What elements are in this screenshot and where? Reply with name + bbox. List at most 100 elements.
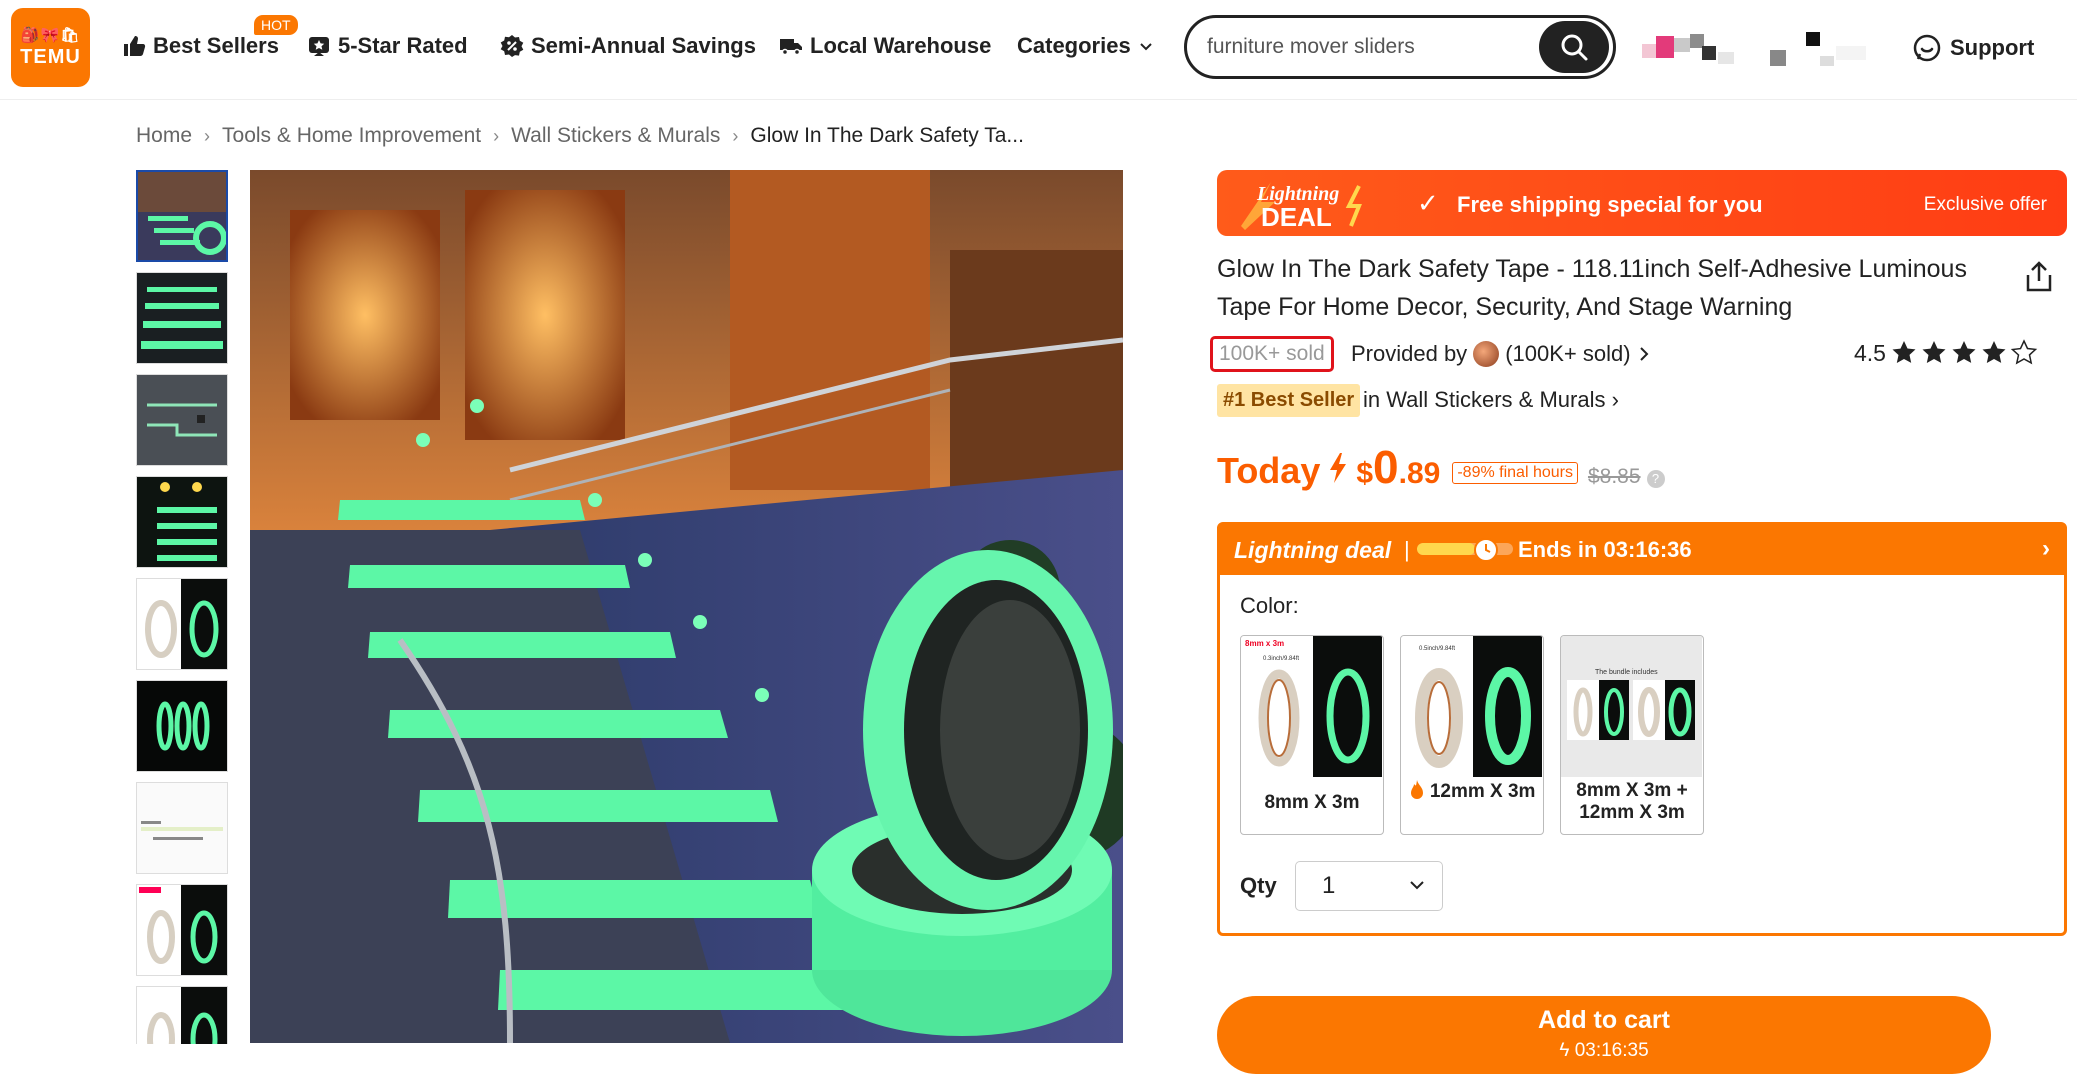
swatch-label: 8mm X 3m	[1264, 792, 1360, 813]
nav-best-sellers[interactable]: Best Sellers	[122, 33, 279, 59]
thumbnail-6[interactable]	[136, 680, 228, 772]
color-option-12mm[interactable]: 0.5inch/9.84ft 12mm X 3m	[1400, 635, 1544, 835]
breadcrumb-separator-icon: ›	[732, 125, 739, 146]
lightning-deal-box: Lightning deal | Ends in 03:16:36 › Colo…	[1217, 522, 2067, 936]
price-cents: .89	[1398, 457, 1441, 490]
sold-count: 100K+ sold	[1210, 336, 1334, 372]
lightning-deal-logo: Lightning DEAL	[1241, 182, 1362, 232]
swatch-image: The bundle includes	[1561, 636, 1702, 777]
provided-by-label: Provided by	[1351, 341, 1468, 366]
chevron-right-icon: ›	[2042, 535, 2050, 562]
thumbnail-8[interactable]	[136, 884, 228, 976]
temu-logo[interactable]: 🎒🎀🛍 TEMU	[11, 8, 90, 87]
breadcrumb-home[interactable]: Home	[136, 124, 192, 148]
swatch-image: 0.5inch/9.84ft	[1401, 636, 1542, 777]
lightning-deal-banner: Lightning DEAL ✓ Free shipping special f…	[1217, 170, 2067, 236]
lightning-logo-bottom: DEAL	[1261, 202, 1332, 232]
product-title: Glow In The Dark Safety Tape - 118.11inc…	[1217, 255, 1967, 321]
breadcrumb-tools[interactable]: Tools & Home Improvement	[222, 124, 481, 148]
share-icon[interactable]	[2024, 261, 2054, 293]
chevron-down-icon	[1410, 881, 1424, 890]
thumbnail-1[interactable]	[136, 170, 228, 262]
rating-value: 4.5	[1854, 339, 1886, 366]
deal-progress-fill	[1417, 543, 1475, 555]
cart-timer: 03:16:35	[1574, 1040, 1649, 1061]
nav-semi-annual-savings[interactable]: Semi-Annual Savings	[500, 33, 756, 59]
chevron-right-icon: ›	[1611, 387, 1619, 412]
nav-categories[interactable]: Categories	[1017, 33, 1154, 59]
deal-ends-timer: Ends in 03:16:36	[1518, 537, 1692, 562]
cart-timer-wrap: ϟ 03:16:35	[1217, 1040, 1991, 1062]
check-icon: ✓	[1417, 188, 1439, 218]
search-icon	[1561, 34, 1588, 61]
thumbnail-7[interactable]	[136, 782, 228, 874]
best-seller-category-link[interactable]: in Wall Stickers & Murals ›	[1363, 387, 1619, 413]
support-link[interactable]: Support	[1912, 33, 2034, 63]
discount-badge: -89% final hours	[1452, 462, 1578, 484]
search-bar	[1184, 15, 1616, 79]
breadcrumb-current: Glow In The Dark Safety Ta...	[750, 124, 1024, 147]
nav-label: Semi-Annual Savings	[531, 33, 756, 58]
top-header: 🎒🎀🛍 TEMU Best Sellers HOT 5-Star Rated S…	[0, 0, 2077, 100]
breadcrumb: Home › Tools & Home Improvement › Wall S…	[136, 124, 1024, 148]
product-photo	[250, 170, 1123, 1043]
best-seller-badge: #1 Best Seller	[1217, 384, 1361, 417]
quantity-select[interactable]: 1	[1295, 861, 1443, 911]
color-label: Color:	[1240, 593, 1299, 618]
add-to-cart-label: Add to cart	[1538, 1006, 1670, 1034]
main-product-image[interactable]	[250, 170, 1123, 1043]
question-icon[interactable]: ?	[1646, 470, 1665, 488]
free-shipping-text: Free shipping special for you	[1457, 192, 1763, 217]
rating[interactable]: 4.5	[1854, 339, 2040, 367]
swatch-image: 8mm x 3m 0.3inch/9.84ft	[1241, 636, 1382, 777]
color-option-bundle[interactable]: The bundle includes 8mm X 3m + 12mm X 3m	[1560, 635, 1704, 835]
logo-text: TEMU	[20, 46, 81, 68]
swatch-tag: 8mm x 3m	[1245, 639, 1284, 648]
account-avatar-blurred[interactable]	[1640, 28, 1880, 74]
original-price: $8.85	[1587, 465, 1641, 488]
thumbs-up-icon	[124, 36, 146, 56]
today-label: Today	[1217, 450, 1321, 491]
logo-icons: 🎒🎀🛍	[20, 27, 81, 44]
breadcrumb-wall-stickers[interactable]: Wall Stickers & Murals	[511, 124, 720, 148]
thumbnail-3[interactable]	[136, 374, 228, 466]
price-main: 0	[1373, 441, 1399, 493]
search-button[interactable]	[1539, 21, 1609, 73]
swatch-label-wrap: 12mm X 3m	[1405, 780, 1539, 803]
truck-icon	[780, 39, 802, 56]
star-rating-icon	[1892, 339, 2038, 365]
lightning-deal-header[interactable]: Lightning deal | Ends in 03:16:36 ›	[1220, 525, 2064, 575]
chevron-right-icon	[1639, 347, 1648, 361]
qty-value: 1	[1322, 872, 1336, 899]
swatch-label: 12mm X 3m	[1429, 781, 1536, 802]
breadcrumb-separator-icon: ›	[204, 125, 211, 146]
clock-icon	[1474, 538, 1498, 562]
color-option-8mm[interactable]: 8mm x 3m 0.3inch/9.84ft 8mm X 3m	[1240, 635, 1384, 835]
breadcrumb-separator-icon: ›	[493, 125, 500, 146]
price-row: Today $ 0 .89 -89% final hours $8.85 ?	[1217, 440, 1665, 494]
nav-local-warehouse[interactable]: Local Warehouse	[779, 33, 991, 59]
nav-five-star-rated[interactable]: 5-Star Rated	[307, 33, 468, 59]
search-input[interactable]	[1207, 32, 1507, 62]
thumbnail-9[interactable]	[136, 986, 228, 1044]
exclusive-offer-text: Exclusive offer	[1923, 194, 2047, 215]
support-label: Support	[1950, 35, 2035, 60]
thumbnail-2[interactable]	[136, 272, 228, 364]
seller-sold-count: (100K+ sold)	[1505, 341, 1631, 366]
lightning-bolt-icon: ϟ	[1559, 1040, 1570, 1061]
thumbnail-4[interactable]	[136, 476, 228, 568]
chat-bubble-icon	[1913, 34, 1941, 62]
nav-label: 5-Star Rated	[338, 33, 468, 58]
thumbnail-5[interactable]	[136, 578, 228, 670]
deal-separator: |	[1404, 537, 1410, 562]
add-to-cart-button[interactable]: Add to cart ϟ 03:16:35	[1217, 996, 1991, 1074]
lightning-bolt-icon	[1330, 453, 1347, 483]
seller-avatar	[1473, 341, 1500, 367]
nav-label: Categories	[1017, 33, 1131, 58]
flame-icon	[1410, 780, 1423, 799]
best-seller-category: in Wall Stickers & Murals	[1363, 387, 1606, 412]
price-currency: $	[1356, 457, 1374, 490]
swatch-label: 8mm X 3m + 12mm X 3m	[1576, 780, 1688, 823]
seller-link[interactable]: Provided by (100K+ sold)	[1351, 341, 1651, 367]
percent-badge-icon	[500, 35, 524, 57]
